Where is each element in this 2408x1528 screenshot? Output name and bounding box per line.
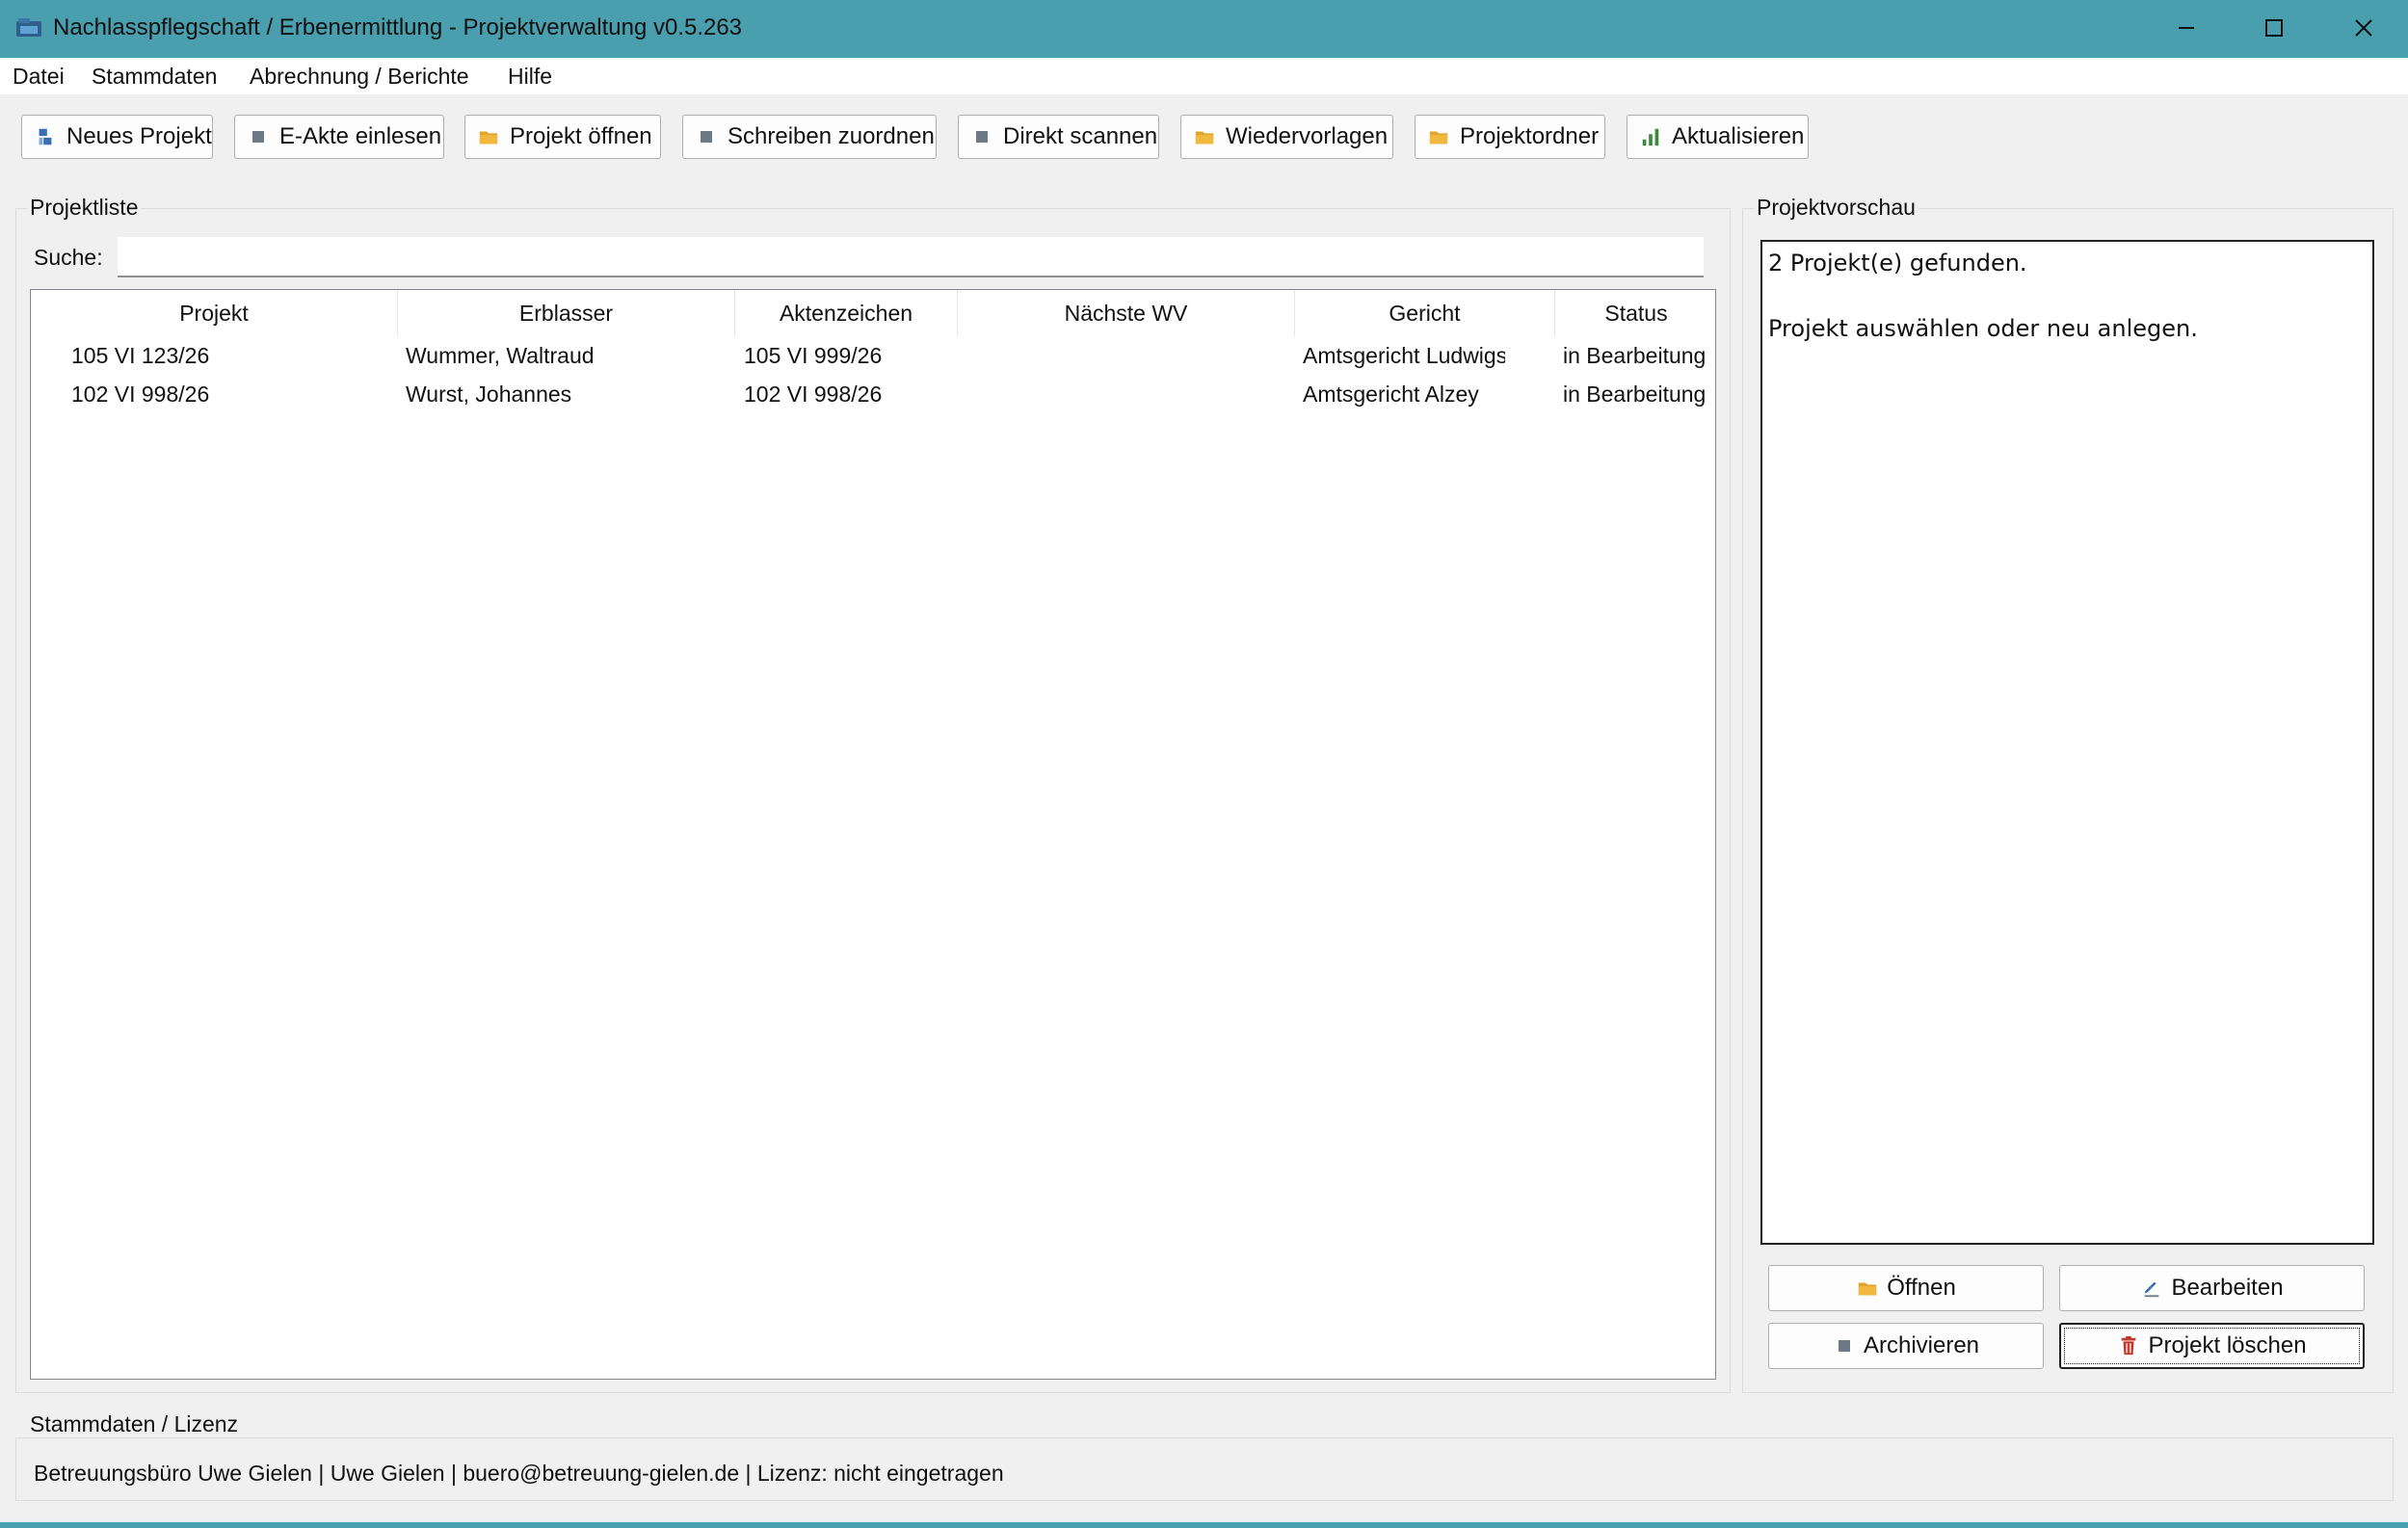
square-icon [1833,1334,1856,1357]
new-project-button[interactable]: Neues Projekt [21,115,213,159]
search-input[interactable] [118,237,1704,277]
wiedervorlagen-button[interactable]: Wiedervorlagen [1180,115,1393,159]
title-bar: Nachlasspflegschaft / Erbenermittlung - … [0,0,2408,58]
column-header-erblasser[interactable]: Erblasser [398,290,735,336]
cell-status: in Bearbeitung [1563,342,1707,368]
square-icon [247,125,270,148]
cell-erblasser: Wurst, Johannes [406,381,572,407]
square-icon [695,125,718,148]
cell-gericht: Amtsgericht Ludwigshafen [1303,342,1505,368]
preview-line: Projekt auswählen oder neu anlegen. [1768,315,2198,342]
open-button[interactable]: Öffnen [1768,1265,2044,1311]
archive-button[interactable]: Archivieren [1768,1323,2044,1369]
refresh-label: Aktualisieren [1672,123,1805,149]
bar-chart-icon [1639,125,1662,148]
menu-hilfe[interactable]: Hilfe [508,64,552,90]
direct-scan-label: Direkt scannen [1003,123,1158,149]
square-icon [970,125,993,148]
new-project-icon [34,125,57,148]
column-header-naechste-wv[interactable]: Nächste WV [958,290,1295,336]
preview-text-area[interactable]: 2 Projekt(e) gefunden. Projekt auswählen… [1760,240,2374,1245]
maximize-button[interactable] [2230,0,2318,56]
archive-button-label: Archivieren [1863,1332,1980,1358]
cell-aktenzeichen: 102 VI 998/26 [744,381,883,407]
cell-status: in Bearbeitung [1563,381,1707,407]
new-project-label: Neues Projekt [66,123,212,149]
assign-letter-button[interactable]: Schreiben zuordnen [682,115,937,159]
edit-button-label: Bearbeiten [2171,1275,2284,1301]
edit-icon [2140,1277,2163,1300]
project-list-group-label: Projektliste [27,195,142,221]
cell-gericht: Amtsgericht Alzey [1303,381,1479,407]
folder-icon [1427,125,1450,148]
menu-stammdaten[interactable]: Stammdaten [92,64,217,90]
app-icon [15,17,44,39]
column-header-projekt[interactable]: Projekt [31,290,398,336]
column-header-status[interactable]: Status [1555,290,1715,336]
edit-button[interactable]: Bearbeiten [2059,1265,2365,1311]
column-header-gericht[interactable]: Gericht [1295,290,1555,336]
menu-abrechnung-berichte[interactable]: Abrechnung / Berichte [250,64,469,90]
table-row[interactable]: 105 VI 123/26 Wummer, Waltraud 105 VI 99… [31,336,1715,375]
project-folder-button[interactable]: Projektordner [1415,115,1605,159]
cell-naechste-wv [966,375,1288,413]
minimize-icon [2179,27,2194,29]
delete-project-button[interactable]: Projekt löschen [2059,1323,2365,1369]
minimize-button[interactable] [2142,0,2231,56]
open-project-label: Projekt öffnen [510,123,652,149]
refresh-button[interactable]: Aktualisieren [1627,115,1809,159]
close-icon [2355,19,2372,37]
delete-project-label: Projekt löschen [2148,1332,2307,1358]
cell-erblasser: Wummer, Waltraud [406,342,595,368]
menu-datei[interactable]: Datei [13,64,65,90]
project-table[interactable]: Projekt Erblasser Aktenzeichen Nächste W… [30,289,1716,1380]
table-row[interactable]: 102 VI 998/26 Wurst, Johannes 102 VI 998… [31,375,1715,413]
wiedervorlagen-label: Wiedervorlagen [1226,123,1389,149]
folder-icon [1193,125,1216,148]
open-project-button[interactable]: Projekt öffnen [464,115,661,159]
trash-icon [2117,1334,2140,1357]
direct-scan-button[interactable]: Direkt scannen [958,115,1159,159]
cell-naechste-wv [966,336,1288,375]
open-button-label: Öffnen [1887,1275,1956,1301]
folder-icon [477,125,500,148]
license-group-label: Stammdaten / Lizenz [27,1411,242,1437]
e-akte-einlesen-label: E-Akte einlesen [279,123,442,149]
license-info-text: Betreuungsbüro Uwe Gielen | Uwe Gielen |… [34,1461,1004,1486]
cell-aktenzeichen: 105 VI 999/26 [744,342,883,368]
cell-projekt: 102 VI 998/26 [71,381,210,407]
assign-letter-label: Schreiben zuordnen [728,123,935,149]
column-header-aktenzeichen[interactable]: Aktenzeichen [735,290,958,336]
search-label: Suche: [34,245,103,270]
close-button[interactable] [2319,0,2408,56]
window-title: Nachlasspflegschaft / Erbenermittlung - … [53,14,743,40]
window-bottom-border [0,1522,2408,1528]
project-folder-label: Projektordner [1460,123,1600,149]
e-akte-einlesen-button[interactable]: E-Akte einlesen [234,115,444,159]
preview-group-label: Projektvorschau [1754,195,1918,221]
cell-projekt: 105 VI 123/26 [71,342,210,368]
folder-icon [1856,1277,1879,1300]
preview-line: 2 Projekt(e) gefunden. [1768,250,2027,277]
maximize-icon [2265,19,2283,37]
